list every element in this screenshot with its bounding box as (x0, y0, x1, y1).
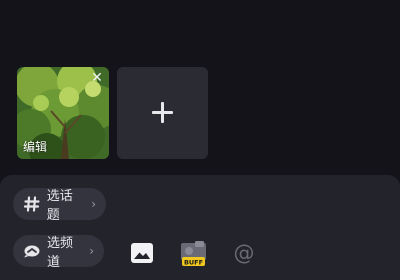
chevron-right-icon: › (89, 244, 94, 258)
select-channel-button[interactable]: 选频道 › (13, 235, 104, 270)
buff-text: BUFF (184, 259, 203, 267)
insert-image-button[interactable] (129, 240, 155, 266)
insert-buff-button[interactable]: BUFF (180, 240, 206, 267)
edit-label[interactable]: 编辑 (23, 139, 47, 155)
chevron-right-icon: › (91, 197, 96, 211)
select-topic-button[interactable]: 选话题 › (13, 188, 106, 223)
at-icon: @ (233, 241, 255, 265)
close-icon[interactable]: ✕ (89, 70, 105, 86)
buff-icon: BUFF (181, 241, 206, 267)
plus-icon-vertical (161, 102, 164, 123)
photo-thumbnail[interactable]: ✕ 编辑 (17, 67, 109, 159)
add-media-button[interactable] (117, 67, 208, 159)
composer-toolbar-panel: 选话题 › 选频道 › BUFF @ (0, 175, 400, 280)
channel-icon (23, 242, 41, 260)
channel-label: 选频道 (47, 236, 74, 270)
hashtag-icon (23, 195, 41, 213)
mention-button[interactable]: @ (231, 240, 257, 266)
image-icon (131, 243, 153, 263)
topic-label: 选话题 (46, 189, 73, 223)
